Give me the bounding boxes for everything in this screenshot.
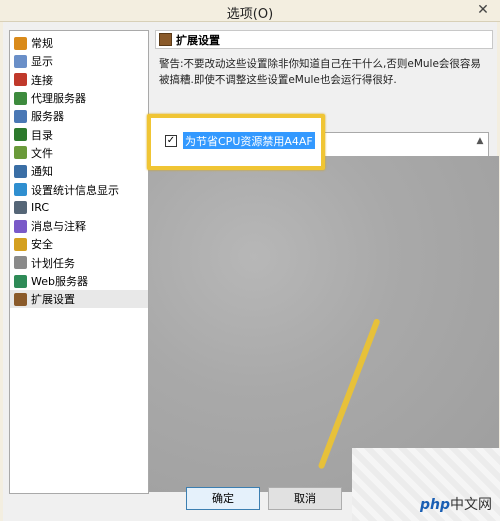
sidebar-item-label: Web服务器 [31, 275, 88, 288]
directory-icon [14, 128, 27, 142]
scroll-up-arrow-icon[interactable]: ▲ [474, 135, 486, 147]
panel-heading: 扩展设置 [176, 33, 220, 47]
sidebar-item-messages[interactable]: 消息与注释 [10, 217, 148, 235]
highlight-callout: ✓ 为节省CPU资源禁用A4AF [147, 114, 325, 170]
sidebar-item-label: 消息与注释 [31, 220, 86, 234]
web-server-icon [14, 274, 27, 288]
messages-icon [14, 219, 27, 233]
options-dialog: 常规显示连接代理服务器服务器目录文件通知设置统计信息显示 IRC 消息与注释安全计划… [0, 22, 500, 521]
sidebar-item-label: 通知 [31, 165, 53, 179]
option-label-disable-a4af[interactable]: 为节省CPU资源禁用A4AF [183, 132, 315, 149]
sidebar-item-extended-settings[interactable]: 扩展设置 [10, 290, 148, 309]
sidebar-item-label: 目录 [31, 128, 53, 142]
sidebar-item-general[interactable]: 常规 [10, 34, 148, 52]
sidebar-item-file[interactable]: 文件 [10, 144, 148, 162]
watermark-logo: php中文网 [420, 494, 492, 514]
file-icon [14, 146, 27, 160]
close-icon[interactable]: ✕ [472, 2, 494, 19]
sidebar-item-display[interactable]: 显示 [10, 52, 148, 70]
sidebar-item-label: IRC [31, 201, 50, 215]
sidebar-item-label: 安全 [31, 238, 53, 252]
notification-icon [14, 164, 27, 178]
sidebar-item-label: 代理服务器 [31, 92, 86, 106]
server-icon [14, 109, 27, 123]
blurred-overlay [149, 156, 499, 492]
sidebar-item-server[interactable]: 服务器 [10, 107, 148, 125]
sidebar-item-label: 计划任务 [31, 256, 75, 270]
sidebar-item-web-server[interactable]: Web服务器 [10, 272, 148, 290]
sidebar-item-directory[interactable]: 目录 [10, 125, 148, 143]
proxy-icon [14, 91, 27, 105]
sidebar-item-irc[interactable]: IRC [10, 199, 148, 217]
watermark-text-b: 中文网 [450, 497, 492, 513]
general-icon [14, 36, 27, 50]
sidebar-item-label: 连接 [31, 73, 53, 87]
cancel-button[interactable]: 取消 [268, 487, 342, 510]
sidebar-item-security[interactable]: 安全 [10, 235, 148, 253]
security-icon [14, 237, 27, 251]
connection-icon [14, 73, 27, 87]
option-checkbox[interactable]: ✓ [165, 135, 177, 147]
sidebar-item-connection[interactable]: 连接 [10, 71, 148, 89]
sidebar-item-label: 文件 [31, 146, 53, 160]
statistics-icon [14, 183, 27, 197]
watermark-text-a: php [419, 497, 450, 513]
window-title: 选项(O) [226, 7, 274, 22]
sidebar-item-scheduler[interactable]: 计划任务 [10, 254, 148, 272]
sidebar-item-label: 设置统计信息显示 [31, 183, 119, 197]
panel-header: 扩展设置 [155, 30, 493, 49]
title-bar: 选项(O) ✕ [0, 0, 500, 22]
sidebar-item-statistics[interactable]: 设置统计信息显示 [10, 180, 148, 198]
ok-button[interactable]: 确定 [186, 487, 260, 510]
sidebar-item-label: 常规 [31, 37, 53, 51]
sidebar-item-proxy[interactable]: 代理服务器 [10, 89, 148, 107]
sidebar-item-notification[interactable]: 通知 [10, 162, 148, 180]
options-category-list[interactable]: 常规显示连接代理服务器服务器目录文件通知设置统计信息显示 IRC 消息与注释安全计划… [9, 30, 149, 494]
sidebar-item-label: 服务器 [31, 110, 64, 124]
irc-icon [14, 201, 27, 215]
extended-settings-icon [14, 292, 27, 306]
watermark: php中文网 [352, 448, 500, 521]
sidebar-item-label: 扩展设置 [31, 293, 75, 307]
display-icon [14, 54, 27, 68]
warning-text: 警告:不要改动这些设置除非你知道自己在干什么,否则eMule会很容易被搞糟.即使… [159, 58, 481, 86]
sidebar-item-label: 显示 [31, 55, 53, 69]
extended-settings-icon [159, 33, 172, 46]
scheduler-icon [14, 256, 27, 270]
